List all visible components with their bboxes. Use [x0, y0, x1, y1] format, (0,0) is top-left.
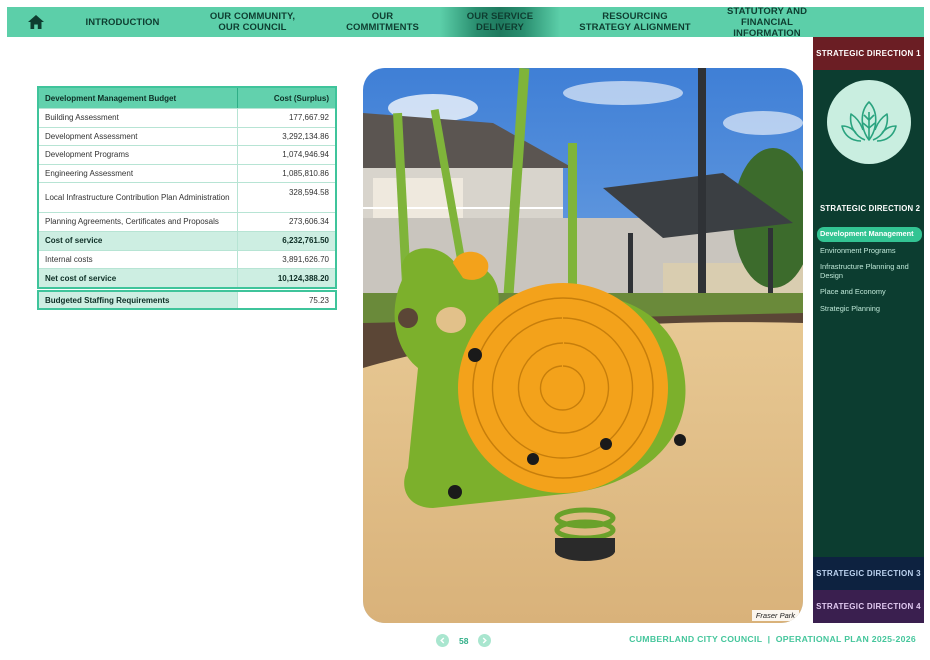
staffing-value: 75.23 — [308, 295, 329, 305]
row-value: 1,085,810.86 — [282, 168, 329, 178]
table-row: Internal costs 3,891,626.70 — [39, 249, 335, 268]
total-row: Net cost of service 10,124,388.20 — [39, 268, 335, 287]
table-row: Development Programs 1,074,946.94 — [39, 145, 335, 164]
next-page-button[interactable] — [478, 634, 492, 647]
row-value: 273,606.34 — [288, 217, 329, 227]
table-header-value: Cost (Surplus) — [273, 93, 329, 103]
row-label: Development Assessment — [39, 127, 238, 145]
lotus-emblem — [827, 80, 911, 164]
nav-our-commitments[interactable]: OUR COMMITMENTS — [325, 7, 440, 37]
row-label: Net cost of service — [39, 269, 238, 287]
row-label: Cost of service — [39, 231, 238, 250]
sidebar-item-development-management[interactable]: Development Management — [817, 227, 922, 242]
table-row: Planning Agreements, Certificates and Pr… — [39, 212, 335, 231]
staffing-label: Budgeted Staffing Requirements — [39, 292, 238, 308]
row-label: Development Programs — [39, 146, 238, 164]
row-value: 6,232,761.50 — [282, 236, 329, 245]
nav-introduction[interactable]: INTRODUCTION — [65, 7, 180, 37]
row-value: 1,074,946.94 — [282, 150, 329, 160]
document-title-footer: CUMBERLAND CITY COUNCIL | OPERATIONAL PL… — [629, 634, 916, 644]
top-navigation: INTRODUCTION OUR COMMUNITY, OUR COUNCIL … — [7, 6, 924, 39]
sidebar-item-strategic-planning[interactable]: Strategic Planning — [817, 302, 922, 317]
table-header-row: Development Management Budget Cost (Surp… — [39, 88, 335, 108]
strategic-direction-2-panel: STRATEGIC DIRECTION 2 Development Manage… — [813, 70, 924, 557]
sidebar-item-place-economy[interactable]: Place and Economy — [817, 285, 922, 300]
chevron-left-icon — [440, 637, 445, 644]
table-row: Development Assessment 3,292,134.86 — [39, 126, 335, 145]
nav-resourcing-strategy[interactable]: RESOURCING STRATEGY ALIGNMENT — [560, 7, 710, 37]
row-label: Internal costs — [39, 250, 238, 268]
strategic-direction-1-tab[interactable]: STRATEGIC DIRECTION 1 — [813, 37, 924, 70]
row-value: 177,667.92 — [288, 113, 329, 123]
strategic-directions-sidebar: STRATEGIC DIRECTION 1 STRATEGIC DIRECTIO… — [813, 37, 924, 623]
sidebar-item-environment-programs[interactable]: Environment Programs — [817, 244, 922, 259]
row-value: 328,594.58 — [288, 188, 329, 197]
nav-statutory-financial[interactable]: STATUTORY AND FINANCIAL INFORMATION — [710, 6, 824, 39]
staffing-table: Budgeted Staffing Requirements 75.23 — [37, 290, 337, 310]
row-label: Building Assessment — [39, 109, 238, 127]
park-photo: Fraser Park — [363, 68, 803, 623]
home-icon — [28, 15, 44, 29]
subtotal-row: Cost of service 6,232,761.50 — [39, 230, 335, 250]
page-number: 58 — [459, 635, 469, 646]
row-value: 3,292,134.86 — [282, 131, 329, 141]
table-row: Engineering Assessment 1,085,810.86 — [39, 163, 335, 182]
strategic-direction-3-tab[interactable]: STRATEGIC DIRECTION 3 — [813, 557, 924, 590]
row-label: Engineering Assessment — [39, 164, 238, 182]
playground-illustration — [363, 68, 803, 623]
row-label: Local Infrastructure Contribution Plan A… — [39, 183, 238, 212]
nav-our-service-delivery[interactable]: OUR SERVICE DELIVERY — [440, 7, 560, 37]
strategic-direction-4-tab[interactable]: STRATEGIC DIRECTION 4 — [813, 590, 924, 623]
service-list: Development Management Environment Progr… — [817, 227, 922, 318]
previous-page-button[interactable] — [436, 634, 449, 647]
budget-table: Development Management Budget Cost (Surp… — [37, 86, 337, 289]
table-header-label: Development Management Budget — [39, 88, 238, 108]
sidebar-item-infrastructure-planning[interactable]: Infrastructure Planning and Design — [817, 260, 922, 283]
table-row: Building Assessment 177,667.92 — [39, 108, 335, 127]
lotus-leaf-icon — [841, 101, 897, 142]
photo-caption: Fraser Park — [751, 610, 799, 621]
chevron-right-icon — [483, 637, 488, 644]
nav-our-community[interactable]: OUR COMMUNITY, OUR COUNCIL — [180, 7, 325, 37]
strategic-direction-2-title[interactable]: STRATEGIC DIRECTION 2 — [820, 204, 920, 213]
table-row: Local Infrastructure Contribution Plan A… — [39, 182, 335, 212]
page-navigation: 58 — [436, 634, 492, 647]
row-label: Planning Agreements, Certificates and Pr… — [39, 213, 238, 231]
row-value: 3,891,626.70 — [282, 254, 329, 264]
home-button[interactable] — [7, 7, 65, 37]
row-value: 10,124,388.20 — [277, 273, 329, 283]
